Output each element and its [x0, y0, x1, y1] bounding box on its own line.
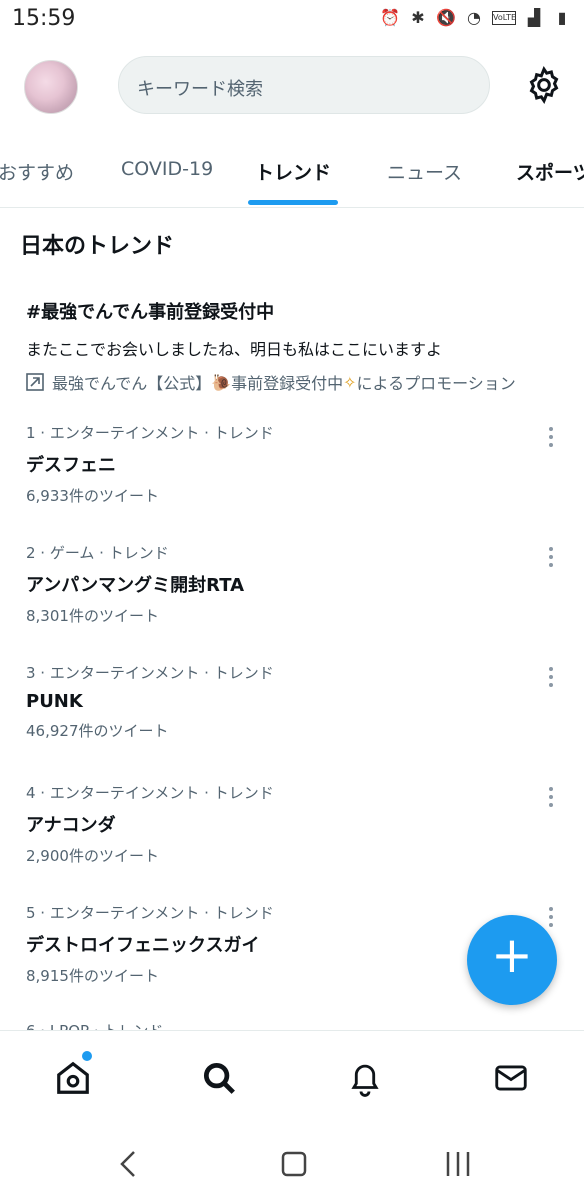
more-icon[interactable] [546, 666, 556, 688]
search-placeholder: キーワード検索 [137, 79, 263, 100]
status-time: 15:59 [12, 6, 76, 31]
tab-covid19[interactable]: COVID-19 [121, 158, 213, 180]
trend-count: 2,900件のツイート [26, 847, 159, 865]
promoted-trend[interactable]: #最強でんでん事前登録受付中 またここでお会いしましたね、明日も私はここにいます… [26, 298, 576, 394]
trend-item[interactable]: 3 · エンターテインメント · トレンド PUNK 46,927件のツイート [26, 662, 566, 762]
wifi-icon: ◔ [467, 8, 481, 27]
explore-tabs: おすすめ COVID-19 トレンド ニュース スポーツ [0, 140, 584, 208]
trend-meta: 3 · エンターテインメント · トレンド [26, 664, 274, 682]
tab-trends[interactable]: トレンド [255, 158, 331, 185]
more-icon[interactable] [546, 786, 556, 808]
trend-meta: 2 · ゲーム · トレンド [26, 544, 169, 562]
search-icon[interactable] [200, 1059, 238, 1097]
search-input[interactable]: キーワード検索 [118, 56, 490, 114]
promo-account-suffix: 事前登録受付中 [231, 374, 344, 393]
sparkle-icon: ✧ [343, 372, 357, 392]
active-tab-indicator [248, 200, 338, 205]
trend-count: 46,927件のツイート [26, 722, 169, 740]
compose-tweet-button[interactable]: + [467, 915, 557, 1005]
trend-item[interactable]: 2 · ゲーム · トレンド アンパンマングミ開封RTA 8,301件のツイート [26, 542, 566, 642]
trend-name: アンパンマングミ開封RTA [26, 575, 245, 596]
alarm-icon: ⏰ [380, 8, 400, 27]
trend-name: PUNK [26, 691, 83, 712]
android-nav-bar [0, 1126, 584, 1200]
more-icon[interactable] [546, 426, 556, 448]
home-icon[interactable] [54, 1059, 92, 1097]
status-bar: 15:59 ⏰ ✱ 🔇 ◔ VoLTE ▟ ▮ [0, 0, 584, 40]
trend-count: 6,933件のツイート [26, 487, 159, 505]
signal-icon: ▟ [527, 8, 541, 27]
avatar[interactable] [24, 60, 78, 114]
bell-icon[interactable] [346, 1059, 384, 1097]
recents-icon[interactable] [440, 1146, 476, 1182]
promo-description: またここでお会いしましたね、明日も私はここにいますよ [26, 340, 443, 359]
battery-icon: ▮ [557, 8, 567, 27]
status-icons: ⏰ ✱ 🔇 ◔ VoLTE ▟ ▮ [380, 8, 572, 28]
more-icon[interactable] [546, 546, 556, 568]
trend-meta: 5 · エンターテインメント · トレンド [26, 904, 274, 922]
mute-icon: 🔇 [436, 8, 456, 27]
plus-icon: + [491, 926, 533, 984]
trend-meta-partial: 6 · J-POP · トレンド [26, 1020, 163, 1030]
back-icon[interactable] [110, 1146, 146, 1182]
volte-icon: VoLTE [492, 11, 516, 25]
mail-icon[interactable] [492, 1059, 530, 1097]
promo-title: #最強でんでん事前登録受付中 [26, 302, 275, 323]
snail-icon: 🐌 [211, 372, 232, 392]
gear-icon[interactable] [524, 65, 564, 105]
trend-name: デスフェニ [26, 455, 116, 476]
promo-account: 最強でんでん【公式】 [52, 374, 212, 393]
header: キーワード検索 [0, 50, 584, 122]
trend-meta: 1 · エンターテインメント · トレンド [26, 424, 274, 442]
trend-meta: 4 · エンターテインメント · トレンド [26, 784, 274, 802]
tab-news[interactable]: ニュース [387, 158, 462, 185]
notification-dot [82, 1051, 92, 1061]
trend-name: アナコンダ [26, 815, 116, 836]
section-title: 日本のトレンド [20, 234, 175, 259]
trend-item[interactable]: 1 · エンターテインメント · トレンド デスフェニ 6,933件のツイート [26, 422, 566, 522]
bluetooth-icon: ✱ [411, 8, 425, 27]
trend-count: 8,301件のツイート [26, 607, 159, 625]
promoted-icon [26, 373, 44, 391]
promo-byline: 最強でんでん【公式】 🐌 事前登録受付中 ✧ によるプロモーション [26, 370, 576, 394]
bottom-nav [0, 1030, 584, 1126]
tab-recommended[interactable]: おすすめ [0, 158, 74, 185]
tab-sports[interactable]: スポーツ [516, 158, 584, 185]
promo-label: によるプロモーション [356, 374, 516, 393]
trend-item[interactable]: 4 · エンターテインメント · トレンド アナコンダ 2,900件のツイート [26, 782, 566, 882]
home-button-icon[interactable] [276, 1146, 312, 1182]
